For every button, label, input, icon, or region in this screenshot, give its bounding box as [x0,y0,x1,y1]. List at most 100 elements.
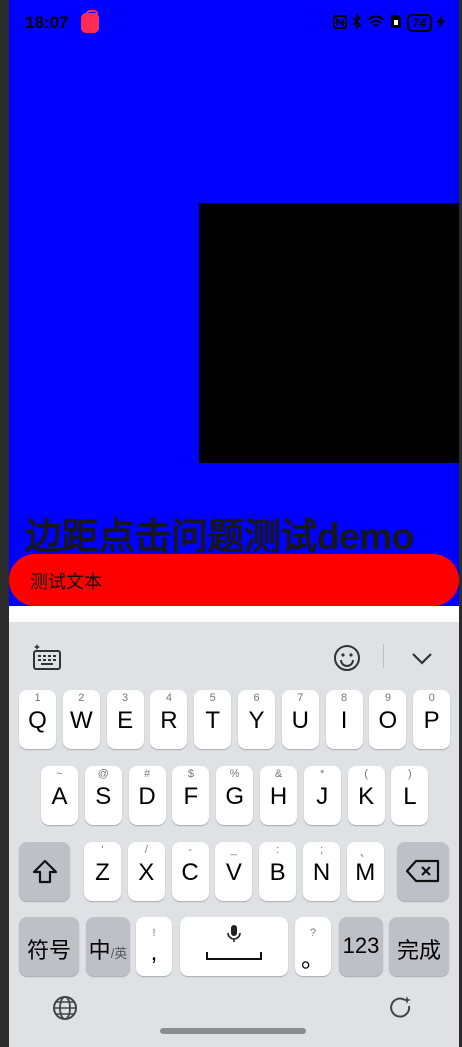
key-hint: 8 [341,692,348,704]
key-q[interactable]: 1Q [19,690,56,749]
key-label: D [138,783,156,810]
collapse-keyboard-icon[interactable] [406,642,438,674]
key-p[interactable]: 0P [413,690,451,749]
key-hint: ) [408,768,412,780]
status-time: 18:07 [25,13,69,32]
key-o[interactable]: 9O [369,690,407,749]
shift-key[interactable] [19,842,70,901]
key-label: Q [28,707,47,734]
key-label: F [183,783,199,810]
wifi-icon [366,15,385,32]
comma-key[interactable]: ! , [136,917,172,976]
key-hint: _ [230,844,237,856]
key-z[interactable]: ' Z [84,842,121,901]
key-hint: ( [364,768,368,780]
numbers-key[interactable]: 123 [339,917,383,976]
key-label: N [312,859,331,886]
key-label: L [403,783,417,810]
key-y[interactable]: 6Y [238,690,275,749]
page-title: 边距点击问题测试demo [25,516,414,557]
app-screen: 18:07 74 边距点击问题测试demo 测试文本 1 Q 2 W 3 E 4… [9,0,459,1047]
symbols-key[interactable]: 符号 [19,917,79,976]
key-n[interactable]: ; N [303,842,340,901]
status-icons: 74 [332,13,445,32]
key-hint: 2 [78,692,85,704]
space-bar-icon [206,952,262,960]
key-f[interactable]: $ F [172,766,210,825]
key-l[interactable]: ) L [391,766,429,825]
language-switch-key[interactable]: 中/英 [86,917,130,976]
globe-icon[interactable] [51,994,79,1027]
key-r[interactable]: 4R [150,690,188,749]
text-input-field[interactable]: 测试文本 [9,554,459,606]
input-value: 测试文本 [30,572,102,592]
key-a[interactable]: ~ A [41,766,78,825]
status-bar: 18:07 74 [9,0,459,46]
keyboard-settings-icon[interactable] [31,642,63,674]
key-label: R [160,707,178,734]
bluetooth-icon [352,13,362,32]
key-hint: 、 [359,847,371,859]
space-key[interactable] [180,917,288,976]
key-label: B [269,859,286,886]
key-hint: @ [97,768,109,780]
battery-indicator: 74 [406,14,432,32]
key-hint: - [188,844,192,856]
key-label: G [225,783,245,810]
key-b[interactable]: :B [259,842,297,901]
key-label: E [117,707,134,734]
microphone-icon[interactable] [226,924,242,944]
comma-key-hint: ! [152,927,156,939]
key-label: X [138,859,155,886]
key-label: W [69,707,93,734]
key-c[interactable]: -C [171,842,209,901]
key-hint: 0 [428,692,435,704]
key-k[interactable]: (K [347,766,385,825]
key-v[interactable]: _ V [215,842,253,901]
lang-sub-label: /英 [110,946,128,961]
key-label: S [95,783,112,810]
key-e[interactable]: 3E [106,690,144,749]
emoji-icon[interactable] [331,642,363,674]
key-s[interactable]: @ S [84,766,122,825]
done-key[interactable]: 完成 [389,917,449,976]
key-i[interactable]: 8I [325,690,363,749]
ai-rotate-icon[interactable] [387,994,415,1027]
keyboard-toolbar [9,622,459,688]
home-indicator[interactable] [160,1028,306,1034]
soft-keyboard: 1Q2W3E4R5T6Y7U8I9O0P ~ A @ S # D $ F% G & H * J(K) L … [9,622,459,1047]
keyboard-top-divider [9,606,459,622]
key-label: K [358,783,375,810]
key-t[interactable]: 5T [194,690,232,749]
key-w[interactable]: 2W [62,690,100,749]
charging-bolt-icon [437,14,445,32]
key-x[interactable]: / X [127,842,165,901]
key-label: T [205,707,221,734]
key-label: O [378,707,398,734]
key-u[interactable]: 7U [281,690,319,749]
key-label: A [51,783,68,810]
key-g[interactable]: % G [216,766,254,825]
key-hint: % [229,768,240,780]
key-label: J [316,783,329,810]
black-square-view [199,203,459,463]
numbers-key-label: 123 [342,933,380,958]
key-label: V [225,859,242,886]
comma-key-char: , [150,939,158,966]
key-hint: ' [101,844,104,856]
key-m[interactable]: 、 M [346,842,384,901]
key-j[interactable]: * J [303,766,341,825]
key-d[interactable]: # D [128,766,166,825]
sim-icon [390,14,402,32]
key-hint: $ [187,768,194,780]
key-label: P [423,707,440,734]
key-hint: 1 [34,692,41,704]
period-key[interactable]: ? 。 [295,917,331,976]
done-key-label: 完成 [396,938,441,963]
key-label: I [340,707,348,734]
backspace-key[interactable] [397,842,449,901]
key-label: Y [248,707,265,734]
key-h[interactable]: & H [260,766,297,825]
key-hint: 7 [297,692,304,704]
key-hint: 5 [209,692,216,704]
